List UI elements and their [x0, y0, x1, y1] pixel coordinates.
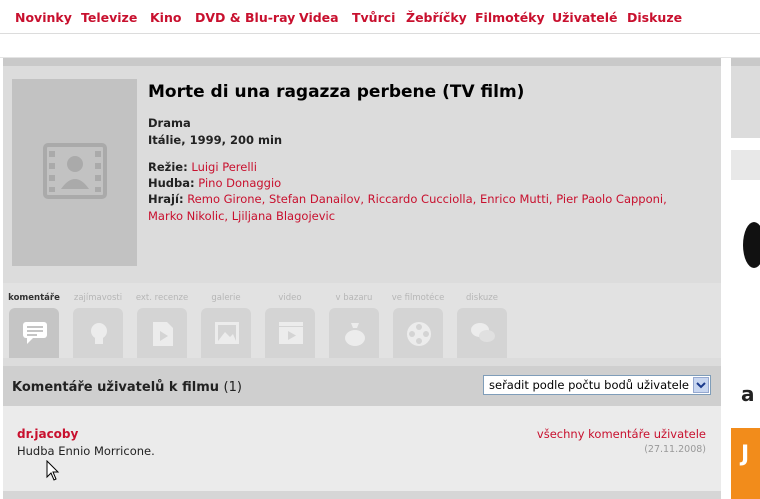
directing-label: Režie:: [148, 160, 188, 174]
film-poster-placeholder: [12, 79, 137, 266]
comment-icon: [23, 322, 47, 344]
comments-heading-text: Komentáře uživatelů k filmu: [12, 380, 219, 395]
lightbulb-icon: [91, 323, 107, 344]
tab-label: ve filmotéce: [391, 293, 445, 303]
tab-icon-box: [393, 308, 443, 358]
film-person-icon: [43, 143, 107, 199]
gallery-icon: [215, 322, 239, 344]
nav-filmoteky[interactable]: Filmotéky: [475, 10, 545, 25]
comments-sort-select[interactable]: seřadit podle počtu bodů uživatele: [483, 375, 711, 395]
tab-icon-box: [201, 308, 251, 358]
advertisement[interactable]: a J: [731, 192, 760, 499]
sort-select-value: seřadit podle počtu bodů uživatele: [489, 378, 689, 392]
top-navigation: Novinky Televize Kino DVD & Blu-ray Vide…: [0, 0, 760, 34]
nav-uzivatele[interactable]: Uživatelé: [552, 10, 618, 25]
comment-text: Hudba Ennio Morricone.: [17, 444, 155, 458]
right-column: a J: [731, 58, 760, 499]
tab-icon-box: [137, 308, 187, 358]
comments-heading: Komentáře uživatelů k filmu (1): [12, 380, 242, 395]
chevron-down-icon: [696, 382, 706, 389]
film-main-panel: Morte di una ragazza perbene (TV film) D…: [3, 58, 721, 499]
nav-zebricky[interactable]: Žebříčky: [406, 10, 467, 25]
tab-label: diskuze: [466, 293, 498, 303]
sort-select-arrow[interactable]: [693, 377, 709, 393]
right-bar: [731, 150, 760, 180]
comments-header: Komentáře uživatelů k filmu (1) seřadit …: [3, 366, 721, 406]
tab-label: ext. recenze: [135, 293, 189, 303]
tab-label: v bazaru: [335, 293, 373, 303]
tab-label: komentáře: [8, 293, 60, 303]
panel-top-strip: [3, 58, 721, 66]
mouse-cursor-icon: [46, 460, 60, 481]
tab-icon-box: [73, 308, 123, 358]
money-bag-icon: [345, 323, 365, 346]
nav-dvd-bluray[interactable]: DVD & Blu-ray: [195, 10, 295, 25]
comment-item: dr.jacoby Hudba Ennio Morricone. všechny…: [3, 406, 721, 491]
film-origin: Itálie, 1999, 200 min: [148, 133, 283, 147]
comment-date: (27.11.2008): [644, 444, 706, 455]
cast-label: Hrají:: [148, 192, 184, 206]
ad-letter-a: a: [741, 382, 755, 406]
film-reel-icon: [407, 322, 431, 346]
ad-orange-block: J: [731, 428, 760, 499]
nav-videa[interactable]: Videa: [299, 10, 339, 25]
external-review-icon: [153, 322, 173, 346]
film-directing-row: Režie: Luigi Perelli: [148, 160, 257, 174]
tab-label: video: [278, 293, 302, 303]
tab-label: zajímavosti: [73, 293, 123, 303]
discussion-icon: [471, 323, 495, 342]
film-music-row: Hudba: Pino Donaggio: [148, 176, 281, 190]
tab-label: galerie: [211, 293, 241, 303]
right-top-strip: [731, 58, 760, 66]
nav-tvurci[interactable]: Tvůrci: [352, 10, 395, 25]
nav-novinky[interactable]: Novinky: [15, 10, 72, 25]
ad-letter-j: J: [741, 442, 750, 467]
nav-kino[interactable]: Kino: [150, 10, 181, 25]
nav-televize[interactable]: Televize: [81, 10, 137, 25]
sub-navigation-bar: [0, 34, 760, 58]
ad-graphic: [743, 222, 760, 268]
comments-count: (1): [223, 380, 242, 395]
music-label: Hudba:: [148, 176, 195, 190]
nav-diskuze[interactable]: Diskuze: [627, 10, 682, 25]
right-box: [731, 66, 760, 138]
video-icon: [279, 322, 303, 344]
cast-links[interactable]: Remo Girone, Stefan Danailov, Riccardo C…: [148, 192, 667, 223]
director-link[interactable]: Luigi Perelli: [191, 160, 257, 174]
film-title: Morte di una ragazza perbene (TV film): [148, 82, 525, 102]
tab-icon-box: [9, 308, 59, 358]
film-genre: Drama: [148, 116, 191, 130]
panel-bottom-strip: [3, 491, 721, 499]
composer-link[interactable]: Pino Donaggio: [198, 176, 281, 190]
tab-icon-box: [329, 308, 379, 358]
tab-icon-box: [457, 308, 507, 358]
comment-user-link[interactable]: dr.jacoby: [17, 427, 78, 441]
film-tabs: komentáře zajímavosti ext. recenze galer…: [3, 283, 721, 358]
tab-icon-box: [265, 308, 315, 358]
all-user-comments-link[interactable]: všechny komentáře uživatele: [537, 427, 706, 441]
film-cast-row: Hrají: Remo Girone, Stefan Danailov, Ric…: [148, 191, 688, 225]
